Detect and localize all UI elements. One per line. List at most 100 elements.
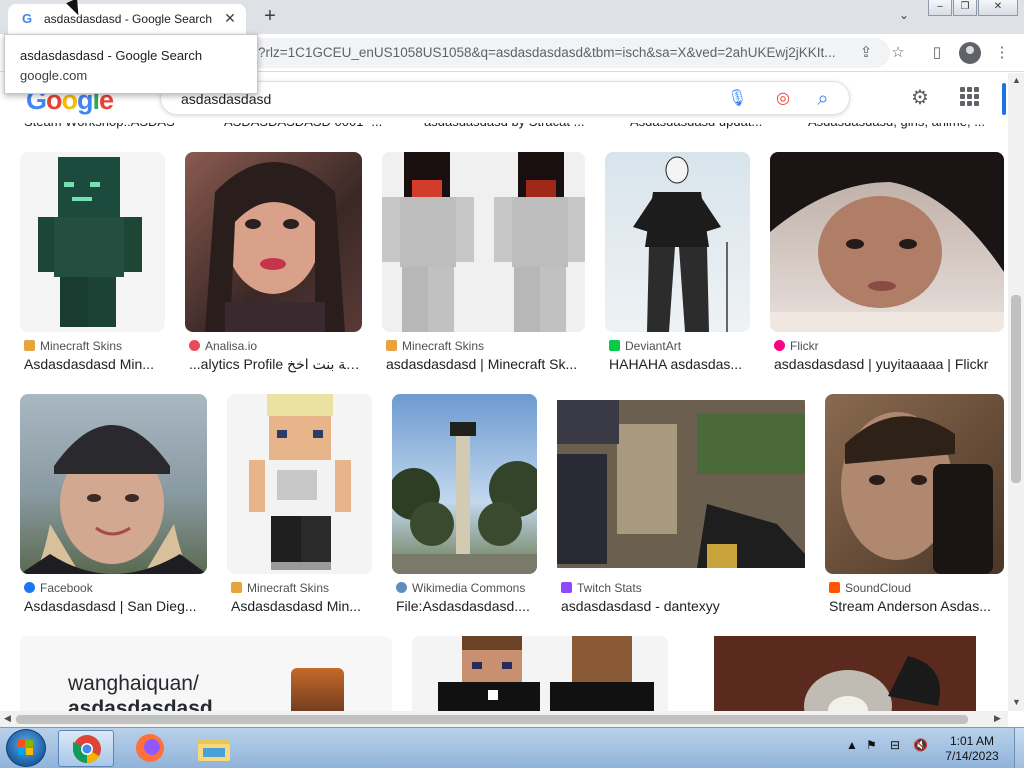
clock-date: 7/14/2023 — [945, 749, 999, 763]
settings-gear-icon[interactable]: ⚙ — [908, 86, 932, 110]
result-caption[interactable]: asdasdasdasd | yuyitaaaaa | Flickr — [774, 356, 1002, 372]
scroll-up-icon[interactable]: ▲ — [1012, 75, 1021, 85]
system-clock[interactable]: 1:01 AM 7/14/2023 — [930, 734, 1014, 764]
side-panel-icon[interactable]: ▯ — [926, 42, 948, 64]
apps-grid-icon[interactable] — [959, 86, 981, 108]
monument-photo-image — [392, 422, 537, 574]
bookmark-star-icon[interactable]: ☆ — [887, 42, 909, 64]
result-source: SoundCloud — [829, 581, 911, 595]
result-source: Minecraft Skins — [24, 339, 122, 353]
result-thumbnail[interactable] — [825, 394, 1004, 574]
result-thumbnail[interactable] — [688, 636, 1004, 711]
vertical-scrollbar[interactable]: ▲ ▼ — [1008, 73, 1024, 711]
horizontal-scroll-thumb[interactable] — [16, 715, 968, 724]
minecraft-skin-image — [382, 152, 585, 332]
flickr-icon — [774, 340, 785, 351]
chrome-menu-icon[interactable]: ⋮ — [991, 42, 1013, 64]
taskbar-file-explorer[interactable] — [186, 730, 242, 767]
volume-muted-icon[interactable]: 🔇 — [913, 738, 928, 752]
start-button[interactable] — [6, 729, 46, 767]
minecraft-skins-icon — [386, 340, 397, 351]
result-thumbnail[interactable] — [382, 152, 585, 332]
search-icon[interactable]: ⌕ — [813, 89, 833, 109]
portrait-photo-image — [770, 152, 1004, 332]
result-thumbnail[interactable] — [392, 394, 537, 574]
animal-photo-image — [714, 636, 976, 711]
result-caption[interactable]: asdasdasdasd | Minecraft Sk... — [386, 356, 584, 372]
portrait-photo-image — [205, 162, 345, 332]
url-text[interactable]: ?rlz=1C1GCEU_enUS1058US1058&q=asdasdasda… — [258, 45, 848, 60]
taskbar-firefox[interactable] — [122, 730, 178, 767]
windows-logo-icon — [18, 740, 33, 755]
portrait-photo-image — [841, 412, 993, 574]
sign-in-button[interactable] — [1002, 83, 1006, 115]
result-source: Twitch Stats — [561, 581, 642, 595]
window-close-button[interactable]: ✕ — [978, 0, 1018, 16]
scroll-left-icon[interactable]: ◀ — [4, 713, 11, 724]
horizontal-scrollbar[interactable]: ◀ ▶ — [0, 711, 1008, 727]
result-caption[interactable]: Asdasdasdasd | San Dieg... — [24, 598, 206, 614]
scroll-right-icon[interactable]: ▶ — [994, 713, 1001, 724]
clock-time: 1:01 AM — [949, 734, 995, 748]
result-thumbnail[interactable] — [20, 152, 165, 332]
drawing-figure-image — [633, 156, 728, 332]
result-thumbnail[interactable] — [185, 152, 362, 332]
profile-avatar-icon[interactable] — [959, 42, 981, 64]
result-caption[interactable]: asdasdasdasd - dantexyy — [561, 598, 801, 614]
taskbar-chrome[interactable] — [58, 730, 114, 767]
facebook-icon — [24, 582, 35, 593]
tab-title: asdasdasdasd - Google Search — [44, 12, 213, 26]
restore-button[interactable]: ❐ — [953, 0, 977, 16]
tab-search-icon[interactable]: ⌄ — [894, 8, 914, 26]
repo-name-text: asdasdasdasd — [68, 697, 213, 711]
source-name: Analisa.io — [205, 339, 258, 353]
result-caption[interactable]: Stream Anderson Asdas... — [829, 598, 1003, 614]
tab-strip: G asdasdasdasd - Google Search ✕ + ⌄ – ❐… — [0, 0, 1024, 34]
screen: G asdasdasdasd - Google Search ✕ + ⌄ – ❐… — [0, 0, 1024, 768]
result-thumbnail[interactable] — [605, 152, 750, 332]
result-thumbnail[interactable] — [770, 152, 1004, 332]
twitch-icon — [561, 582, 572, 593]
source-name: Flickr — [790, 339, 819, 353]
result-source: Flickr — [774, 339, 819, 353]
minimize-button[interactable]: – — [928, 0, 952, 16]
wikimedia-icon — [396, 582, 407, 593]
lens-icon[interactable]: ◎ — [773, 89, 793, 109]
share-icon[interactable]: ⇪ — [855, 42, 877, 64]
show-desktop-button[interactable] — [1014, 728, 1024, 768]
chrome-icon — [73, 735, 101, 763]
result-thumbnail[interactable] — [412, 636, 668, 711]
minecraft-skin-image — [38, 157, 142, 327]
vertical-scroll-thumb[interactable] — [1011, 295, 1021, 483]
google-favicon-icon: G — [22, 11, 33, 26]
folder-icon — [198, 739, 230, 761]
tooltip-title: asdasdasdasd - Google Search — [20, 48, 203, 63]
result-thumbnail[interactable] — [557, 394, 805, 574]
minecraft-skins-icon — [24, 340, 35, 351]
minecraft-skin-image — [438, 636, 654, 711]
result-caption[interactable]: ...alytics Profile كحبة بنت اخخ — [189, 356, 361, 373]
repo-owner-text: wanghaiquan/ — [68, 672, 199, 695]
tab-google-search[interactable]: G asdasdasdasd - Google Search ✕ — [8, 4, 246, 34]
result-source: DeviantArt — [609, 339, 681, 353]
mic-icon[interactable]: 🎙 — [727, 89, 747, 109]
result-source: Wikimedia Commons — [396, 581, 525, 595]
result-caption[interactable]: Asdasdasdasd Min... — [24, 356, 164, 372]
scroll-down-icon[interactable]: ▼ — [1012, 697, 1021, 707]
result-caption[interactable]: Asdasdasdasd Min... — [231, 598, 371, 614]
action-center-icon[interactable]: ⚑ — [866, 738, 877, 752]
result-thumbnail[interactable]: wanghaiquan/ asdasdasdasd — [20, 636, 392, 711]
result-caption[interactable]: HAHAHA asdasdas... — [609, 356, 749, 372]
minecraft-skin-image — [249, 394, 351, 570]
search-input[interactable]: asdasdasdasd 🎙 ◎ ⌕ — [160, 81, 850, 115]
portrait-photo-image — [20, 425, 207, 574]
network-icon[interactable]: ⊟ — [890, 738, 900, 752]
analisa-icon — [189, 340, 200, 351]
show-hidden-icons[interactable]: ▲ — [846, 738, 858, 752]
close-tab-icon[interactable]: ✕ — [222, 10, 238, 26]
result-thumbnail[interactable] — [227, 394, 372, 574]
game-stream-image — [557, 400, 805, 568]
result-caption[interactable]: File:Asdasdasdasd.... — [396, 598, 536, 614]
new-tab-button[interactable]: + — [258, 6, 282, 28]
result-thumbnail[interactable] — [20, 394, 207, 574]
